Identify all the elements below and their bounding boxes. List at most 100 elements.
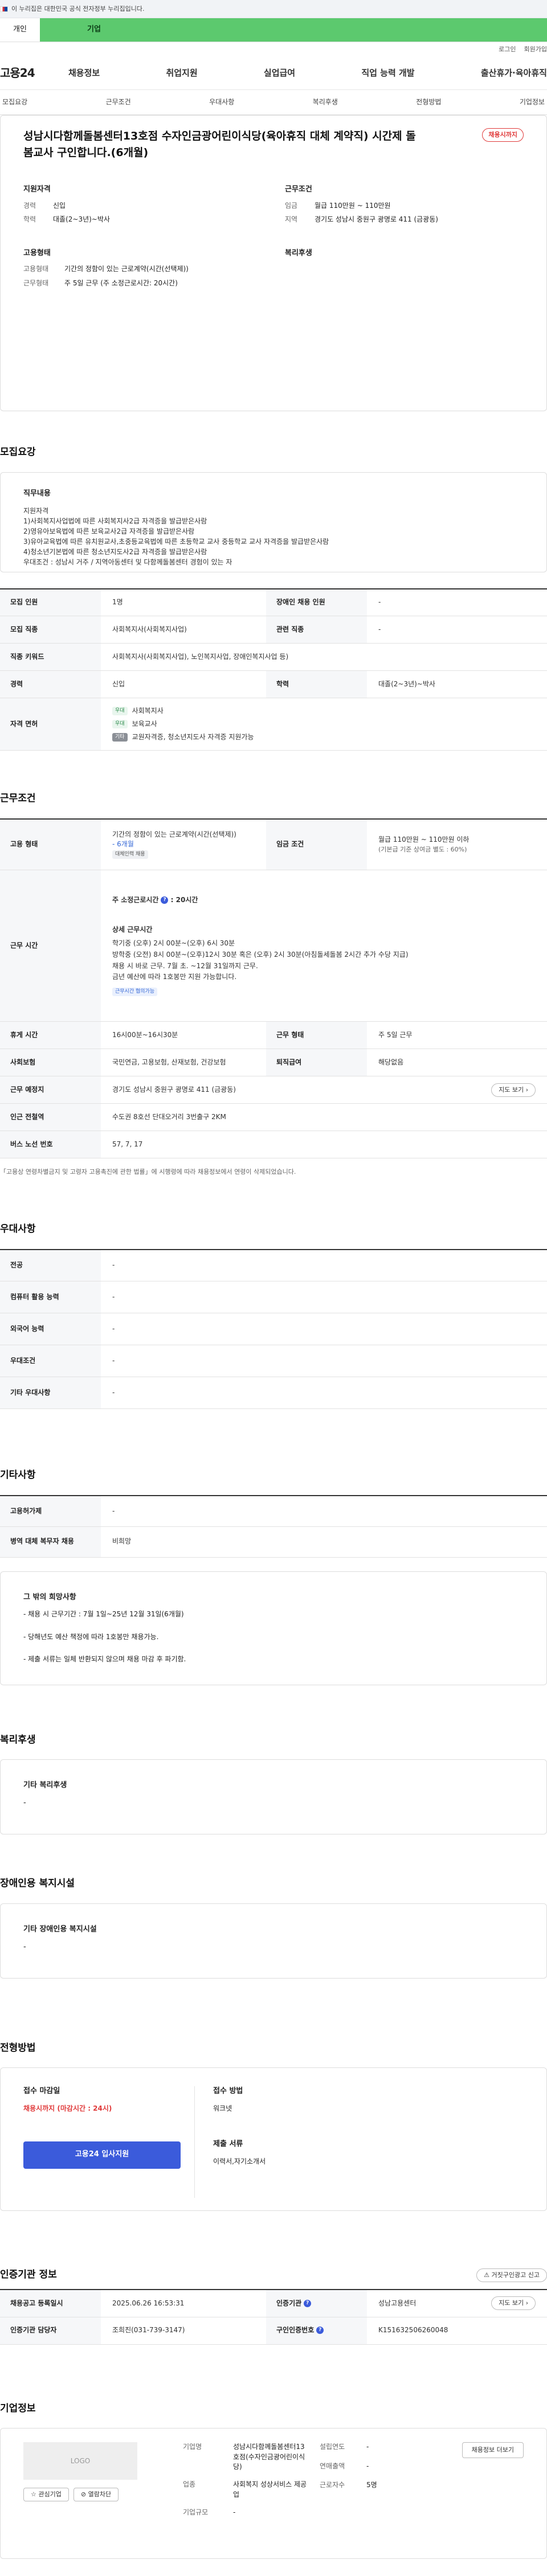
status-badge: 채용시까지 [482,128,524,142]
table-value: 1명 [101,588,266,617]
anchor-process[interactable]: 전형방법 [414,97,443,107]
chevron-right-icon: › [525,2299,528,2307]
disabled-facility-box: 기타 장애인용 복지시설 - [0,1903,547,1979]
anchor-conditions[interactable]: 근무조건 [104,97,133,107]
table-value: K151632506260048 [367,2317,547,2345]
nav-employment-support[interactable]: 취업지원 [166,67,197,80]
login-link[interactable]: 로그인 [499,45,516,54]
welfare-box: 기타 복리후생 - [0,1759,547,1835]
anchor-recruit[interactable]: 모집요강 [0,97,30,107]
company-left: LOGO ☆ 관심기업 ⊘ 열람차단 [23,2442,143,2545]
other-wishes-title: 그 밖의 희망사항 [23,1592,76,1602]
job-description-heading: 직무내용 [23,489,51,498]
table-key: 고용 형태 [0,818,101,871]
nav-job-info[interactable]: 채용정보 [68,67,100,80]
license-name: 사회복지사 [132,706,164,715]
summary-welfare: 복리후생 [285,248,524,293]
favorite-company-button[interactable]: ☆ 관심기업 [23,2488,69,2502]
hours-cell: 주 소정근로시간? : 20시간 상세 근무시간 학기중 (오후) 2시 00분… [101,870,547,1022]
help-icon[interactable]: ? [316,2327,324,2335]
help-icon[interactable]: ? [304,2299,312,2307]
more-jobs-button[interactable]: 채용정보 더보기 [462,2442,524,2459]
agency-map-button[interactable]: 지도 보기 › [491,2296,536,2311]
agency-table: 채용공고 등록일시 2025.06.26 16:53:31 인증기관? 성남고용… [0,2289,547,2345]
anchor-preference[interactable]: 우대사항 [207,97,236,107]
summary-value: 주 5일 근무 (주 소정근로시간: 20시간) [64,279,178,287]
nav-unemployment-benefit[interactable]: 실업급여 [264,67,295,80]
gov-banner-text: 이 누리집은 대한민국 공식 전자정부 누리집입니다. [11,5,145,13]
chevron-right-icon: › [525,1086,528,1094]
employment-tag: 대체인력 채용 [112,850,148,859]
process-left: 접수 마감일 채용시까지 (마감시간 : 24시) 고용24 입사지원 [23,2086,183,2198]
summary-conditions: 근무조건 임금 월급 110만원 ~ 110만원 지역 경기도 성남시 중원구 광명… [285,185,524,229]
table-key: 근무 형태 [266,1021,367,1050]
table-value: - [101,1496,547,1527]
site-logo[interactable]: 고용24 [0,65,63,81]
hours-tag: 근무시간 협의가능 [112,988,158,997]
map-view-label: 지도 보기 [499,2299,524,2307]
table-key: 근무 예정지 [0,1076,101,1104]
table-value: 해당없음 [367,1049,547,1077]
license-tag: 우대 [112,706,128,715]
table-value: - [367,588,547,617]
help-icon[interactable]: ? [161,896,169,904]
table-key: 인증기관 담당자 [0,2317,101,2345]
summary-value: 기간의 정함이 있는 근로계약(시간(선택제)) [64,265,189,273]
company-key: 연매출액 [320,2462,345,2470]
summary-key: 지역 [285,215,298,224]
nav-maternity-leave[interactable]: 출산휴가·육아휴직 [481,67,547,80]
employment-type: 기간의 정함이 있는 근로계약(시간(선택제)) [112,830,236,838]
signup-link[interactable]: 회원가입 [524,45,547,54]
anchor-company[interactable]: 기업정보 [517,97,547,107]
table-value: - [101,1281,547,1314]
site-tabs: 개인 기업 [0,18,547,42]
license-tag: 기타 [112,733,128,742]
table-value: 비희망 [101,1526,547,1558]
tab-personal[interactable]: 개인 [0,18,40,42]
company-info-col2: 설립연도 - 연매출액 - 근로자수 5명 [320,2442,411,2545]
company-key: 기업규모 [183,2508,209,2517]
table-key: 퇴직급여 [266,1049,367,1077]
map-view-button[interactable]: 지도 보기 › [491,1083,536,1097]
deadline-value: 채용시까지 (마감시간 : 24시) [23,2104,112,2113]
other-table: 고용허가제 - 병역 대체 복무자 채용 비희망 [0,1495,547,1558]
table-key: 외국어 능력 [0,1313,101,1346]
table-value: 신입 [101,670,266,699]
block-view-button[interactable]: ⊘ 열람차단 [73,2488,119,2502]
header: 고용24 채용정보 취업지원 실업급여 직업 능력 개발 출산휴가·육아휴직 [0,57,547,90]
report-fake-ad-button[interactable]: ⚠ 거짓구인광고 신고 [476,2268,547,2283]
process-right: 접수 방법 워크넷 제출 서류 이력서,자기소개서 [194,2086,266,2198]
summary-key: 고용형태 [23,265,49,273]
license-tag: 우대 [112,719,128,728]
company-key: 업종 [183,2480,196,2489]
wage-sub: (기본급 기준 상여금 별도 : 60%) [378,845,467,853]
tab-business[interactable]: 기업 [40,18,148,42]
table-key: 모집 직종 [0,616,101,644]
section-title-agency: 인증기관 정보 [0,2269,57,2281]
agency-key-cell: 인증기관? [266,2290,367,2317]
apply-button[interactable]: 고용24 입사지원 [23,2141,181,2169]
section-title-process: 전형방법 [0,2042,36,2054]
nav-vocational-training[interactable]: 직업 능력 개발 [361,67,414,80]
table-value: - [367,616,547,644]
table-key: 우대조건 [0,1345,101,1378]
workplace-cell: 경기도 성남시 중원구 광명로 411 (금광동) 지도 보기 › [101,1076,547,1104]
age-note: 「고용상 연령차별금지 및 고령자 고용촉진에 관한 법률」에 시행령에 따라 … [0,1168,296,1176]
weekly-hours-value: : 20시간 [170,896,198,904]
company-size: - [233,2508,236,2517]
company-name: 성남시다함께돌봄센터13호점(수자인금광어린이식당) [233,2443,305,2471]
table-value: 2025.06.26 16:53:31 [101,2290,266,2317]
summary-heading: 복리후생 [285,248,312,257]
anchor-welfare[interactable]: 복리후생 [311,97,340,107]
table-key: 직종 키워드 [0,643,101,671]
company-key: 설립연도 [320,2443,345,2451]
job-description-text: 지원자격 1)사회복지사업법에 따른 사회복지사2급 자격증을 발급받은사람 2… [23,507,329,567]
disabled-box-title: 기타 장애인용 복지시설 [23,1924,97,1934]
table-value: - [101,1345,547,1378]
table-key: 인근 전철역 [0,1103,101,1132]
table-key: 장애인 채용 인원 [266,588,367,617]
table-key: 임금 조건 [266,818,367,871]
welfare-box-value: - [23,1798,26,1807]
employment-type-cell: 기간의 정함이 있는 근로계약(시간(선택제)) - 6개월 대체인력 채용 [101,818,266,871]
summary-heading: 고용형태 [23,248,51,257]
